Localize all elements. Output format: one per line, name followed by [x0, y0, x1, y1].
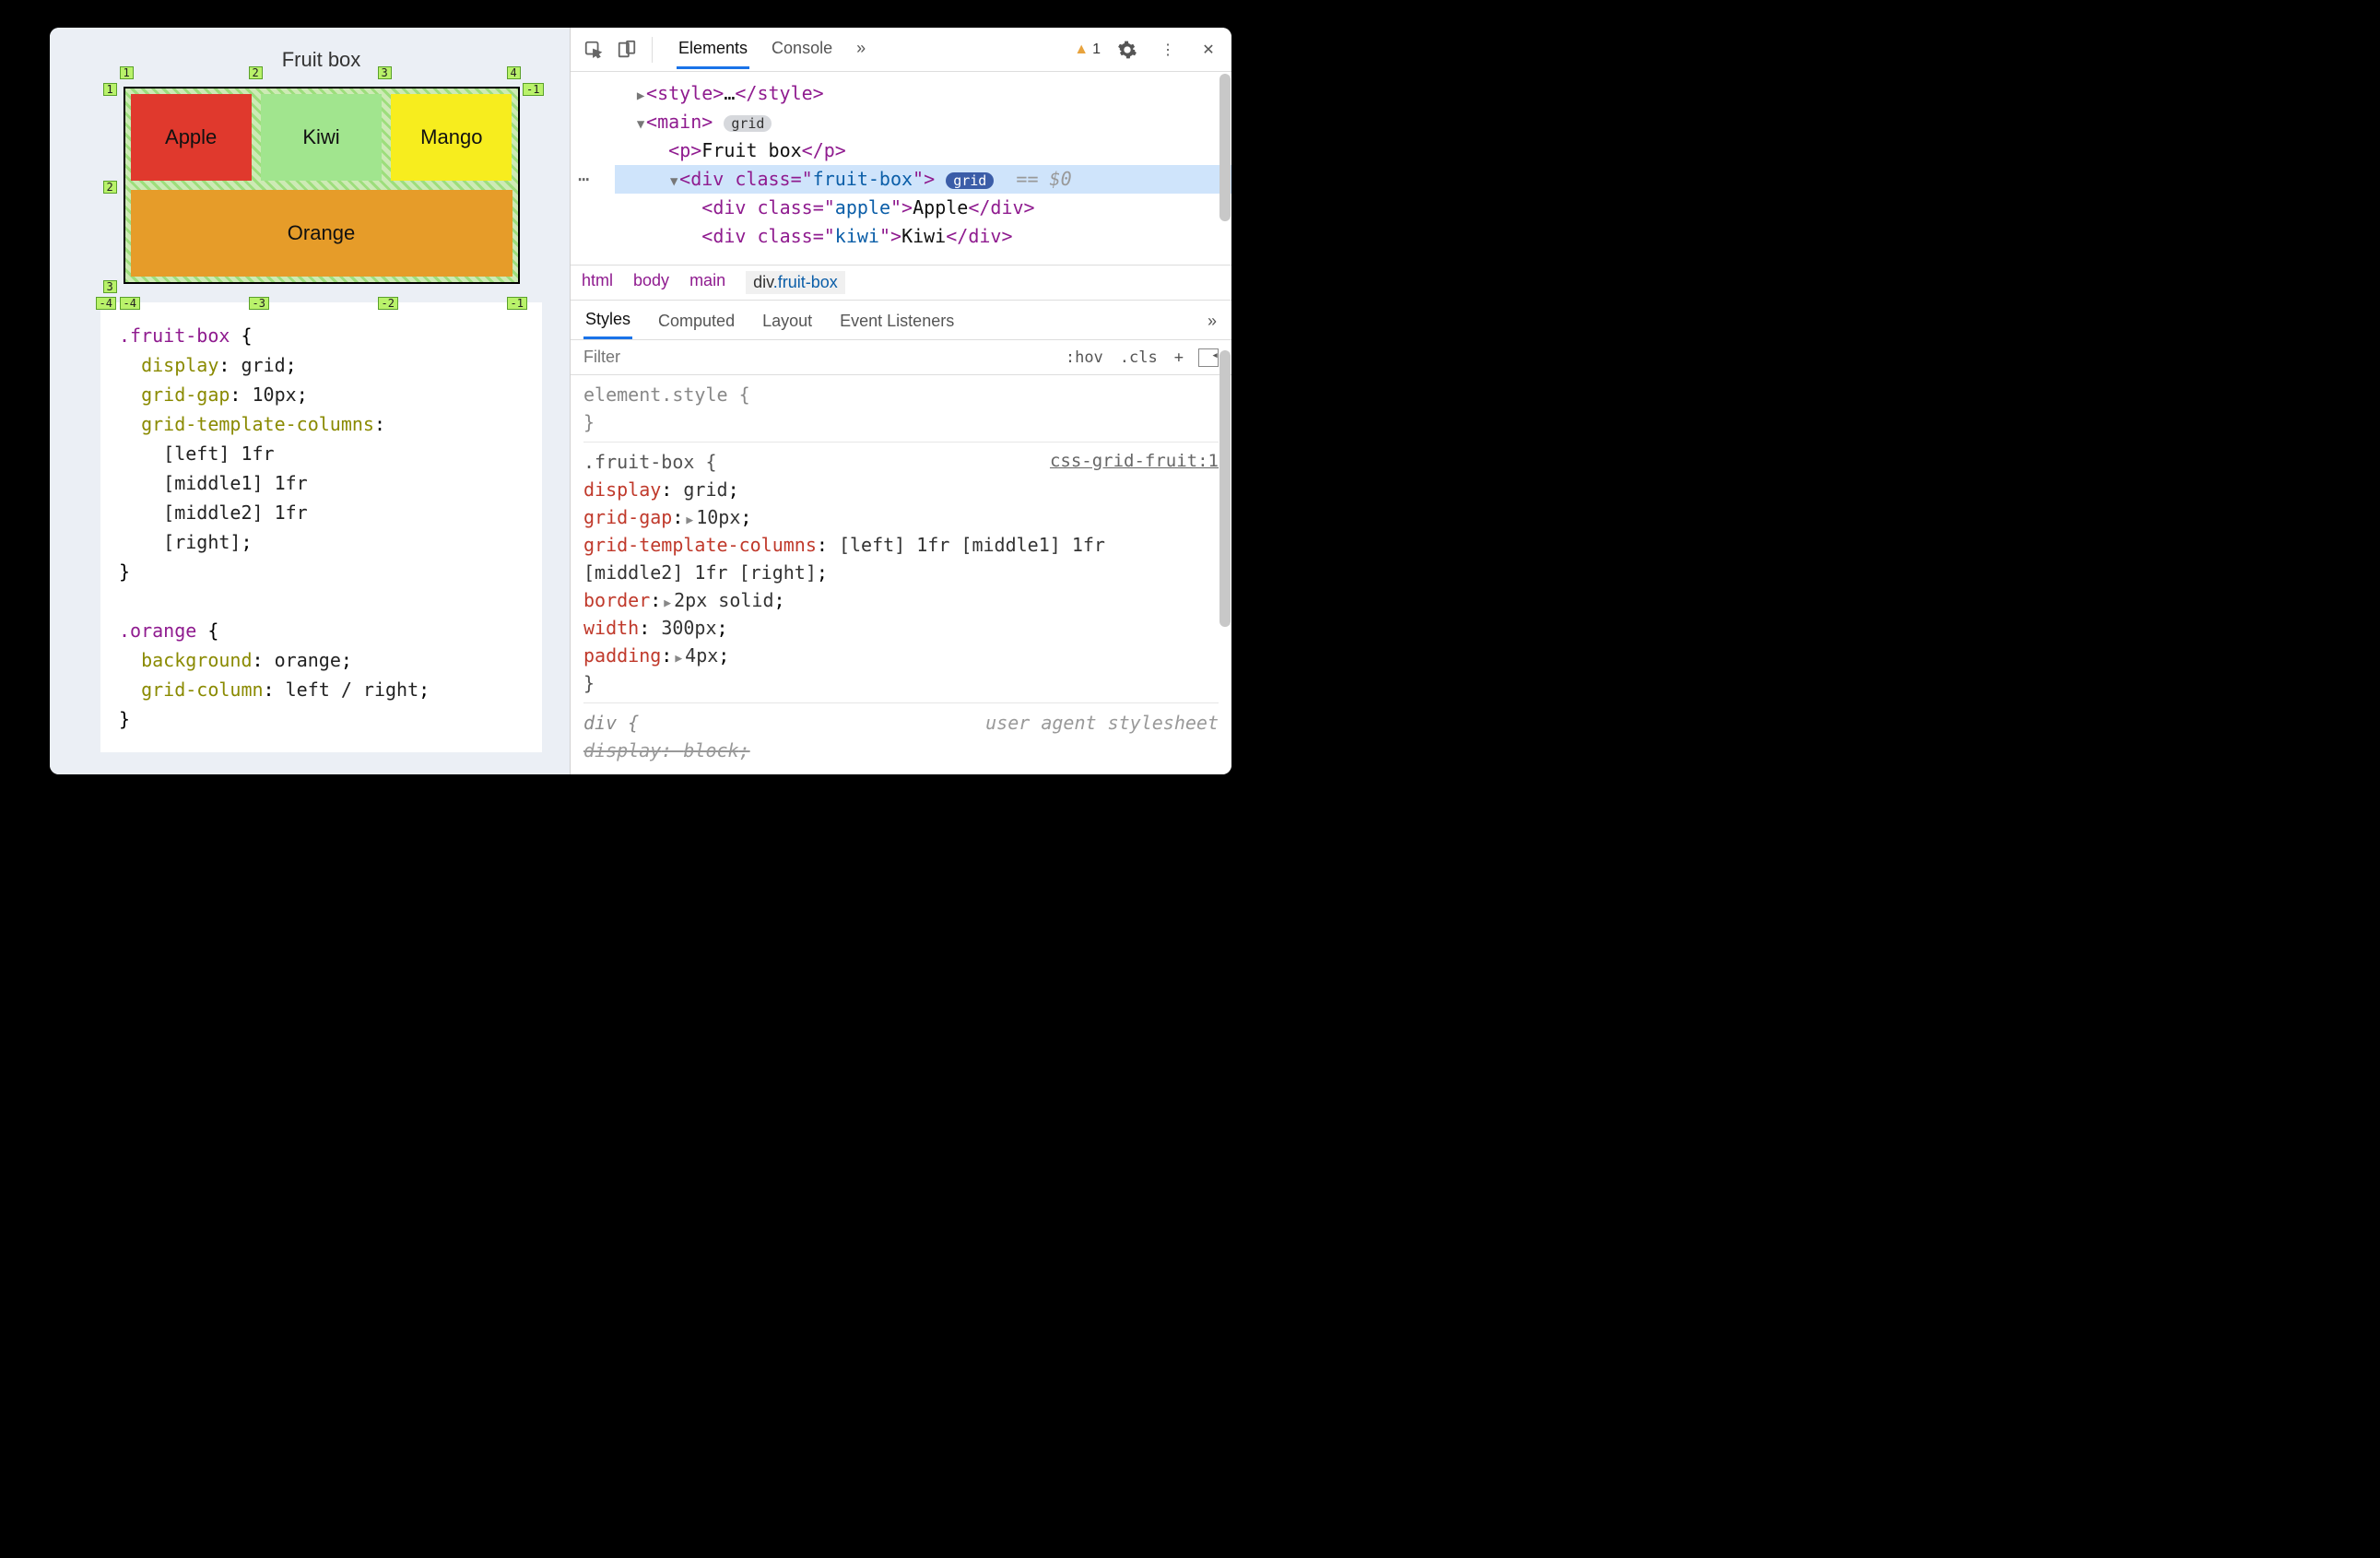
tab-event-listeners[interactable]: Event Listeners	[838, 302, 956, 338]
styles-rules[interactable]: element.style { } .fruit-box { css-grid-…	[571, 375, 1231, 774]
add-rule-button[interactable]: +	[1172, 345, 1185, 371]
grid-cell-apple[interactable]: Apple	[131, 94, 252, 181]
page-source-snippet: .fruit-box { display: grid; grid-gap: 10…	[100, 302, 542, 752]
hov-button[interactable]: :hov	[1064, 345, 1105, 371]
crumb-selected[interactable]: div.fruit-box	[746, 271, 845, 294]
tab-styles[interactable]: Styles	[583, 301, 632, 339]
tab-computed[interactable]: Computed	[656, 302, 736, 338]
grid-badge[interactable]: grid	[946, 172, 994, 189]
expand-icon[interactable]: ▶	[664, 596, 671, 610]
grid-row-label: 2	[103, 181, 117, 194]
devtools-pane: Elements Console » ▲1 ⋮ ✕ ▶<style>…</sty…	[571, 28, 1231, 774]
toggle-sidebar-icon[interactable]	[1198, 348, 1219, 367]
grid-col-label: 1	[120, 66, 134, 79]
device-toggle-icon[interactable]	[613, 36, 641, 64]
rendered-page-pane: Fruit box 1 2 3 4 1 2 3 -1 -4 -4 -3 -2 -…	[50, 28, 571, 774]
dom-tree[interactable]: ▶<style>…</style> ▼<main> grid <p>Fruit …	[571, 72, 1231, 266]
kebab-icon[interactable]: ⋮	[1154, 36, 1182, 64]
grid-cell-orange[interactable]: Orange	[131, 190, 513, 277]
grid-badge[interactable]: grid	[724, 115, 772, 132]
tab-console[interactable]: Console	[770, 30, 834, 69]
grid-neg-label: -4	[120, 297, 140, 310]
scrollbar[interactable]	[1218, 74, 1231, 773]
styles-filter-row: :hov .cls +	[571, 340, 1231, 375]
filter-input[interactable]	[571, 340, 1051, 374]
expand-icon[interactable]: ▶	[675, 652, 682, 666]
tab-layout[interactable]: Layout	[760, 302, 814, 338]
grid-neg-label: -1	[523, 83, 543, 96]
cls-button[interactable]: .cls	[1118, 345, 1160, 371]
fruit-box-grid[interactable]: Apple Kiwi Mango Orange	[124, 87, 520, 284]
devtools-toolbar: Elements Console » ▲1 ⋮ ✕	[571, 28, 1231, 72]
scroll-thumb[interactable]	[1219, 350, 1231, 627]
grid-neg-label: -2	[378, 297, 398, 310]
scroll-thumb[interactable]	[1219, 74, 1231, 221]
grid-row-label: 1	[103, 83, 117, 96]
rule-selector[interactable]: .fruit-box {	[583, 448, 717, 476]
crumb-body[interactable]: body	[633, 271, 669, 294]
grid-neg-label: -3	[249, 297, 269, 310]
gear-icon[interactable]	[1113, 36, 1141, 64]
ua-rule-selector: div {	[583, 709, 639, 737]
grid-cell-kiwi[interactable]: Kiwi	[261, 94, 382, 181]
grid-neg-label: -4	[96, 297, 116, 310]
rule-source-link[interactable]: css-grid-fruit:1	[1050, 448, 1219, 476]
close-icon[interactable]: ✕	[1195, 36, 1222, 64]
grid-neg-label: -1	[507, 297, 527, 310]
divider	[652, 37, 653, 63]
expand-icon[interactable]: ▶	[686, 513, 693, 527]
dom-selected-node: ⋯ ▼<div class="fruit-box"> grid == $0	[615, 165, 1231, 194]
breadcrumb[interactable]: html body main div.fruit-box	[571, 266, 1231, 301]
grid-col-label: 4	[507, 66, 521, 79]
grid-overlay-area: 1 2 3 4 1 2 3 -1 -4 -4 -3 -2 -1 Apple Ki…	[124, 87, 520, 284]
devtools-window: Fruit box 1 2 3 4 1 2 3 -1 -4 -4 -3 -2 -…	[50, 28, 1231, 774]
warning-icon: ▲	[1074, 41, 1089, 58]
tab-more[interactable]: »	[854, 30, 867, 69]
grid-row-label: 3	[103, 280, 117, 293]
grid-col-label: 3	[378, 66, 392, 79]
crumb-main[interactable]: main	[689, 271, 725, 294]
tab-more[interactable]: »	[1206, 302, 1219, 338]
styles-pane-tabs: Styles Computed Layout Event Listeners »	[571, 301, 1231, 340]
tab-elements[interactable]: Elements	[677, 30, 749, 69]
page-title: Fruit box	[100, 48, 542, 72]
grid-cell-mango[interactable]: Mango	[391, 94, 512, 181]
ellipsis-icon[interactable]: ⋯	[578, 165, 591, 194]
element-style-selector[interactable]: element.style {	[583, 381, 1219, 408]
crumb-html[interactable]: html	[582, 271, 613, 294]
inspect-icon[interactable]	[580, 36, 607, 64]
grid-col-label: 2	[249, 66, 263, 79]
warnings-badge[interactable]: ▲1	[1074, 41, 1101, 58]
ua-source-label: user agent stylesheet	[985, 709, 1219, 737]
